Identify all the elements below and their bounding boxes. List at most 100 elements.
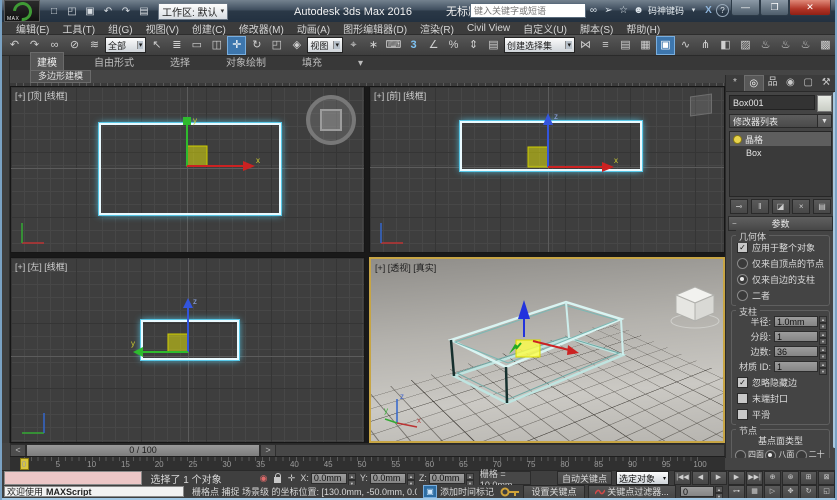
next-frame-arrow[interactable]: >: [260, 444, 276, 457]
current-frame-field[interactable]: 0: [680, 486, 714, 497]
radio-button-icon[interactable]: [737, 290, 748, 301]
pan-icon[interactable]: ✥: [782, 485, 799, 499]
remove-modifier-icon[interactable]: ×: [792, 199, 810, 214]
spin-up-icon[interactable]: ▲: [466, 473, 474, 480]
track-bar[interactable]: 0510152025303540455055606570758085909510…: [10, 456, 725, 470]
viewport-perspective-active[interactable]: [+] [透视] [真实]: [369, 257, 725, 443]
play-icon[interactable]: ▶: [710, 471, 727, 485]
field-of-view-icon[interactable]: ▷: [764, 485, 781, 499]
checkbox-忽略隐藏边[interactable]: ✓忽略隐藏边: [737, 376, 827, 389]
viewcube[interactable]: [667, 281, 723, 333]
redo-qat-icon[interactable]: ↷: [118, 4, 134, 19]
selection-lock-icon[interactable]: [274, 477, 280, 483]
undo-icon[interactable]: ↶: [5, 36, 24, 55]
polygon-modeling-panel[interactable]: 多边形建模: [30, 70, 91, 83]
viewport-left-label[interactable]: [+] [左] [线框]: [15, 260, 67, 273]
menu-item[interactable]: 组(G): [108, 21, 132, 36]
param-spinner[interactable]: ▲▼: [819, 331, 827, 342]
workspace-dropdown[interactable]: 工作区: 默认 ▾: [158, 3, 228, 20]
go-to-start-icon[interactable]: |◀◀: [674, 471, 691, 485]
viewcube[interactable]: [690, 93, 712, 116]
menu-item[interactable]: 脚本(S): [580, 21, 613, 36]
radio-button-icon[interactable]: [796, 450, 807, 458]
ribbon-toggle-icon[interactable]: ▦: [636, 36, 655, 55]
account-name[interactable]: 码神键码: [648, 4, 684, 17]
ribbon-collapse-button[interactable]: ▾: [352, 57, 369, 70]
help-icon[interactable]: ?: [716, 4, 729, 17]
radio-button-icon[interactable]: [737, 274, 748, 285]
spin-down-icon[interactable]: ▼: [819, 338, 827, 345]
param-field[interactable]: 36: [774, 346, 818, 357]
add-time-tag-label[interactable]: 添加时间标记: [440, 485, 494, 498]
menu-item[interactable]: 创建(C): [192, 21, 226, 36]
menu-item[interactable]: 工具(T): [62, 21, 95, 36]
frame-spinner[interactable]: ▲▼: [715, 486, 723, 497]
layer-explorer-icon[interactable]: ▤: [616, 36, 635, 55]
minimize-button[interactable]: —: [731, 0, 760, 16]
new-file-icon[interactable]: □: [46, 4, 62, 19]
named-selection-sets-icon[interactable]: ▤: [484, 36, 503, 55]
menu-item[interactable]: Civil View: [467, 23, 510, 34]
viewport-front-label[interactable]: [+] [前] [线框]: [374, 89, 426, 102]
close-button[interactable]: ✕: [789, 0, 831, 16]
y-coordinate-field[interactable]: 0.0mm: [370, 473, 406, 484]
hierarchy-tab-icon[interactable]: 品: [764, 75, 782, 91]
menu-item[interactable]: 修改器(M): [239, 21, 284, 36]
set-key-button[interactable]: 设置关键点: [523, 485, 585, 499]
show-end-result-icon[interactable]: ‖: [751, 199, 769, 214]
ribbon-tab-选择[interactable]: 选择: [164, 53, 196, 70]
viewport-top-label[interactable]: [+] [顶] [线框]: [15, 89, 67, 102]
object-name-field[interactable]: Box001: [729, 95, 815, 110]
schematic-view-icon[interactable]: ⋔: [696, 36, 715, 55]
object-color-swatch[interactable]: [817, 95, 832, 112]
menu-item[interactable]: 动画(A): [297, 21, 330, 36]
z-coordinate-field[interactable]: 0.0mm: [429, 473, 465, 484]
unlink-selection-icon[interactable]: ⊘: [65, 36, 84, 55]
named-selection-dropdown[interactable]: 创建选择集▾: [504, 37, 575, 53]
ribbon-tab-对象绘制[interactable]: 对象绘制: [220, 53, 272, 70]
material-editor-icon[interactable]: ◧: [716, 36, 735, 55]
next-frame-icon[interactable]: ▶: [728, 471, 745, 485]
key-filters-button[interactable]: 关键点过滤器...: [588, 485, 676, 499]
zoom-icon[interactable]: ⊕: [764, 471, 781, 485]
spin-down-icon[interactable]: ▼: [819, 323, 827, 330]
select-and-move-icon[interactable]: ✛: [227, 36, 246, 55]
param-field[interactable]: 1: [774, 361, 818, 372]
radio-button-icon[interactable]: [735, 450, 746, 458]
param-field[interactable]: 1: [774, 331, 818, 342]
move-gizmo[interactable]: z x: [502, 109, 622, 189]
move-gizmo[interactable]: y x: [143, 113, 263, 193]
basis-option-八面体[interactable]: 八面体: [765, 450, 795, 458]
menu-item[interactable]: 渲染(R): [420, 21, 454, 36]
render-last-icon[interactable]: ▩: [816, 36, 835, 55]
checkbox-icon[interactable]: [737, 393, 748, 404]
parameters-rollout-header[interactable]: − 参数: [728, 216, 833, 231]
menu-item[interactable]: 视图(V): [146, 21, 179, 36]
command-panel-scrollbar[interactable]: [833, 92, 836, 448]
project-folder-icon[interactable]: ▤: [136, 4, 152, 19]
radio-仅来自边的支柱[interactable]: 仅来自边的支柱: [737, 273, 827, 286]
add-time-tag-icon[interactable]: ▣: [423, 485, 437, 498]
time-slider-handle[interactable]: 0 / 100: [26, 444, 260, 457]
select-by-name-icon[interactable]: ≣: [167, 36, 186, 55]
param-spinner[interactable]: ▲▼: [819, 316, 827, 327]
x-coordinate-field-spinner[interactable]: ▲▼: [348, 473, 356, 484]
ribbon-tab-填充[interactable]: 填充: [296, 53, 328, 70]
radio-仅来自顶点的节点[interactable]: 仅来自顶点的节点: [737, 257, 827, 270]
viewport-front[interactable]: [+] [前] [线框] z x: [369, 86, 725, 253]
selection-filter-dropdown[interactable]: 全部▾: [105, 37, 146, 53]
spin-down-icon[interactable]: ▼: [819, 368, 827, 375]
viewport-perspective-label[interactable]: [+] [透视] [真实]: [375, 261, 436, 274]
render-setup-icon[interactable]: ▨: [736, 36, 755, 55]
move-gizmo[interactable]: z y: [129, 296, 249, 366]
zoom-all-icon[interactable]: ⊛: [782, 471, 799, 485]
param-spinner[interactable]: ▲▼: [819, 361, 827, 372]
spin-down-icon[interactable]: ▼: [819, 353, 827, 360]
zoom-extents-icon[interactable]: ⊞: [800, 471, 817, 485]
time-configuration-icon[interactable]: ▦: [746, 485, 763, 499]
z-coordinate-field-spinner[interactable]: ▲▼: [466, 473, 474, 484]
render-iterative-icon[interactable]: ♨: [796, 36, 815, 55]
radio-二者[interactable]: 二者: [737, 289, 827, 302]
pin-stack-icon[interactable]: ⊸: [730, 199, 748, 214]
orbit-icon[interactable]: ↻: [800, 485, 817, 499]
